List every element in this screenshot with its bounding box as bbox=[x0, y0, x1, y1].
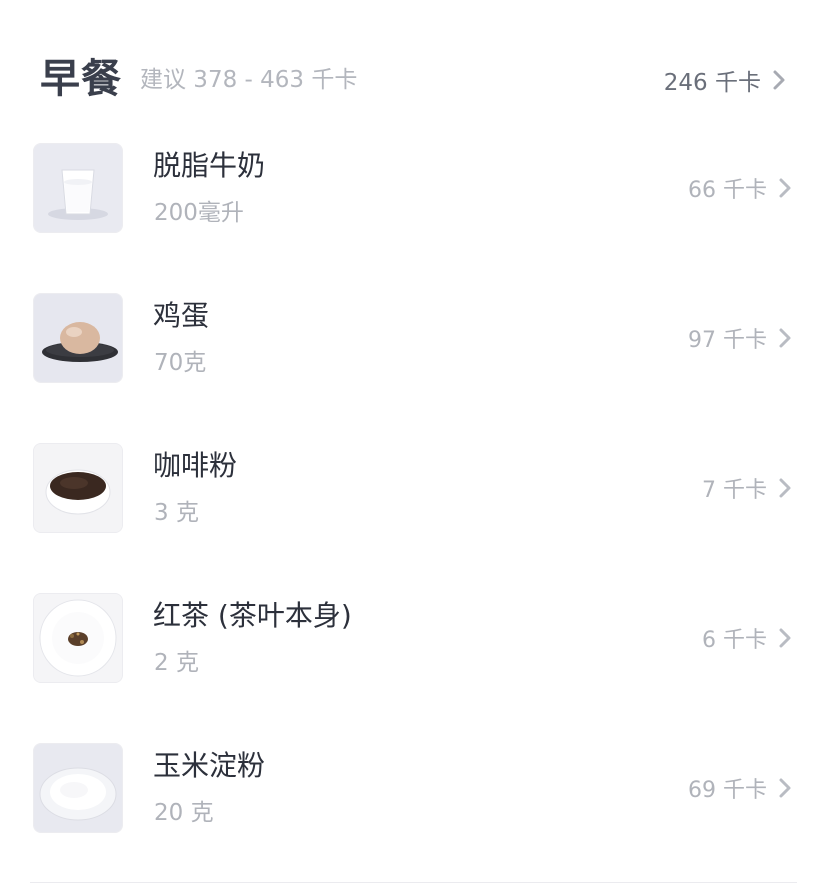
food-kcal: 7 千卡 bbox=[702, 472, 795, 504]
meal-suggested-range: 建议 378 - 463 千卡 bbox=[140, 67, 358, 93]
food-item-black-tea[interactable]: 红茶 (茶叶本身) 2 克 6 千卡 bbox=[0, 568, 827, 718]
food-amount: 3 克 bbox=[154, 500, 199, 526]
food-kcal-value: 7 千卡 bbox=[702, 478, 767, 503]
meal-total-button[interactable]: 246 千卡 bbox=[664, 64, 789, 96]
chevron-right-icon bbox=[775, 776, 795, 800]
food-item-coffee-powder[interactable]: 咖啡粉 3 克 7 千卡 bbox=[0, 418, 827, 568]
food-item-corn-starch[interactable]: 玉米淀粉 20 克 69 千卡 bbox=[0, 718, 827, 868]
food-kcal: 97 千卡 bbox=[688, 322, 795, 354]
food-name: 红茶 (茶叶本身) bbox=[153, 599, 352, 632]
meal-total-kcal: 246 千卡 bbox=[663, 70, 761, 96]
food-kcal-value: 69 千卡 bbox=[688, 778, 767, 803]
food-kcal: 69 千卡 bbox=[688, 772, 795, 804]
food-amount: 70克 bbox=[154, 350, 207, 376]
tea-leaves-plate-photo bbox=[33, 593, 123, 683]
food-kcal: 6 千卡 bbox=[702, 622, 795, 654]
food-kcal-value: 66 千卡 bbox=[688, 178, 767, 203]
meal-header: 早餐 建议 378 - 463 千卡 246 千卡 bbox=[0, 0, 827, 110]
food-item-skim-milk[interactable]: 脱脂牛奶 200毫升 66 千卡 bbox=[0, 118, 827, 268]
coffee-powder-bowl-photo bbox=[33, 443, 123, 533]
food-kcal-value: 97 千卡 bbox=[688, 328, 767, 353]
food-kcal-value: 6 千卡 bbox=[702, 628, 767, 653]
corn-starch-plate-photo bbox=[33, 743, 123, 833]
egg-on-plate-photo bbox=[33, 293, 123, 383]
chevron-right-icon bbox=[775, 326, 795, 350]
food-amount: 200毫升 bbox=[154, 200, 244, 226]
meal-title: 早餐 bbox=[40, 56, 122, 102]
chevron-right-icon bbox=[775, 476, 795, 500]
food-name: 咖啡粉 bbox=[153, 449, 238, 482]
food-amount: 20 克 bbox=[154, 800, 214, 826]
chevron-right-icon bbox=[775, 176, 795, 200]
food-kcal: 66 千卡 bbox=[688, 172, 795, 204]
food-item-egg[interactable]: 鸡蛋 70克 97 千卡 bbox=[0, 268, 827, 418]
chevron-right-icon bbox=[769, 68, 789, 92]
food-amount: 2 克 bbox=[154, 650, 199, 676]
milk-glass-photo bbox=[33, 143, 123, 233]
food-list: 脱脂牛奶 200毫升 66 千卡 鸡蛋 70克 97 千卡 咖啡粉 3 克 7 … bbox=[0, 118, 827, 868]
bottom-divider bbox=[30, 882, 797, 883]
food-name: 脱脂牛奶 bbox=[153, 149, 266, 182]
chevron-right-icon bbox=[775, 626, 795, 650]
food-name: 玉米淀粉 bbox=[153, 749, 266, 782]
food-name: 鸡蛋 bbox=[153, 299, 210, 332]
